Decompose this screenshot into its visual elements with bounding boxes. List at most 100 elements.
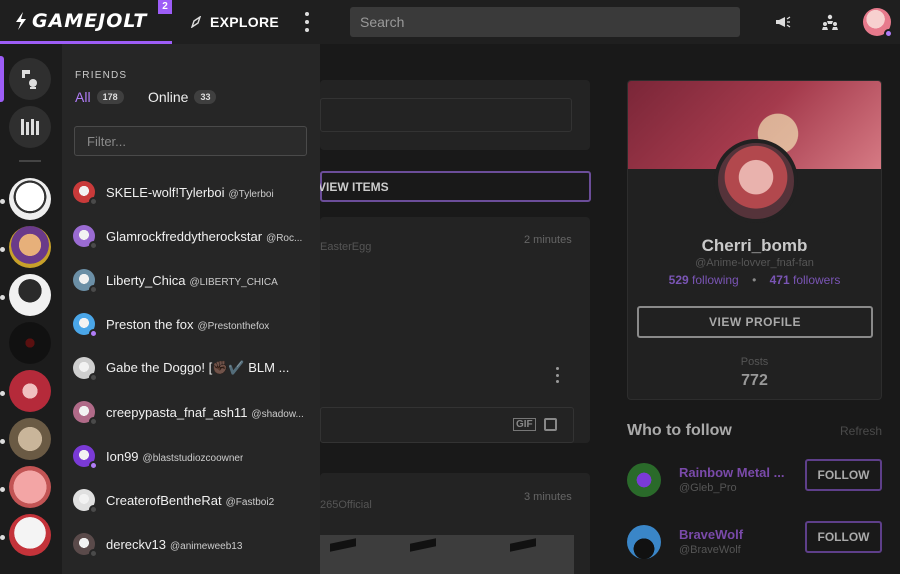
friend-row[interactable]: Ion99 @blaststudiozcoowner	[62, 434, 320, 478]
friend-row[interactable]: Liberty_Chica @LIBERTY_CHICA	[62, 258, 320, 302]
follow-button[interactable]: FOLLOW	[805, 459, 882, 491]
friend-row[interactable]: dereckv13 @animeweeb13	[62, 522, 320, 566]
composer-input[interactable]	[320, 98, 572, 132]
friends-heading: FRIENDS	[75, 70, 128, 81]
notification-dot	[0, 247, 5, 252]
separator: •	[752, 273, 757, 287]
search-bar[interactable]	[350, 7, 740, 37]
library-icon	[21, 119, 39, 135]
skull-flag-icon	[22, 70, 37, 89]
explore-label: EXPLORE	[210, 14, 280, 30]
friend-display-name: Glamrockfreddytherockstar	[106, 228, 263, 244]
online-status	[89, 461, 98, 470]
friend-display-name: creepypasta_fnaf_ash11	[106, 404, 248, 420]
following-count[interactable]: 529	[669, 273, 689, 287]
friend-row[interactable]: creepypasta_fnaf_ash11 @shadow...	[62, 390, 320, 434]
rail-library-button[interactable]	[9, 106, 51, 148]
comment-input[interactable]: GIF	[320, 407, 574, 443]
rail-friend-avatar[interactable]	[9, 226, 51, 268]
friend-name: dereckv13 @animeweeb13	[106, 537, 242, 552]
friend-handle: @Fastboi2	[225, 496, 275, 508]
friend-row[interactable]: CreaterofBentheRat @Fastboi2	[62, 478, 320, 522]
rail-friend-avatar[interactable]	[9, 274, 51, 316]
follow-label: FOLLOW	[817, 530, 870, 544]
friend-display-name: Liberty_Chica	[106, 272, 186, 288]
online-status	[89, 285, 98, 294]
suggested-user-handle: @Gleb_Pro	[679, 482, 737, 494]
rail-friend-avatar[interactable]	[9, 466, 51, 508]
friend-avatar	[73, 225, 98, 250]
friend-avatar	[73, 313, 98, 338]
profile-name[interactable]: Cherri_bomb	[628, 236, 881, 256]
follow-label: FOLLOW	[817, 468, 870, 482]
avatar[interactable]	[627, 525, 661, 559]
user-avatar[interactable]	[863, 8, 893, 38]
post-time: 3 minutes	[524, 491, 572, 503]
friend-handle: @shadow...	[251, 408, 304, 420]
followers-count[interactable]: 471	[770, 273, 790, 287]
megaphone-icon[interactable]	[773, 12, 793, 32]
gamejolt-logo[interactable]: GAMEJOLT	[0, 0, 172, 44]
tab-all-count: 178	[96, 90, 124, 104]
post-menu-icon[interactable]	[556, 367, 560, 383]
friend-display-name: dereckv13	[106, 536, 166, 552]
profile-avatar[interactable]	[714, 139, 798, 223]
online-status	[89, 549, 98, 558]
explore-link[interactable]: EXPLORE	[190, 0, 279, 44]
rail-separator	[19, 160, 41, 162]
rail-friend-avatar[interactable]	[9, 178, 51, 220]
friend-handle: @blaststudiozcoowner	[142, 452, 244, 464]
rail-friend-avatar[interactable]	[9, 370, 51, 412]
suggested-user-name[interactable]: BraveWolf	[679, 527, 743, 542]
online-status	[89, 241, 98, 250]
filter-input[interactable]	[87, 133, 306, 149]
rail-friend-avatar[interactable]	[9, 322, 51, 364]
view-items-button[interactable]: VIEW ITEMS	[318, 171, 591, 202]
rail-friend-avatar[interactable]	[9, 514, 51, 556]
more-menu-icon[interactable]	[300, 12, 314, 32]
search-input[interactable]	[360, 14, 740, 30]
refresh-link[interactable]: Refresh	[840, 424, 882, 438]
notification-badge[interactable]: 2	[158, 0, 172, 14]
friend-avatar	[73, 445, 98, 470]
rail-home-button[interactable]	[9, 58, 51, 100]
gif-icon[interactable]: GIF	[513, 418, 536, 431]
tab-all-label: All	[75, 89, 91, 105]
tab-online[interactable]: Online 33	[148, 89, 217, 105]
online-status	[884, 29, 893, 38]
friend-row[interactable]: Gabe the Doggo! [✊🏿✔️ BLM ...	[62, 346, 320, 390]
view-profile-label: VIEW PROFILE	[708, 315, 801, 329]
friend-avatar	[73, 401, 98, 426]
feed-post: EasterEgg 2 minutes GIF	[320, 217, 590, 443]
friend-handle: @Roc...	[266, 232, 303, 244]
tab-online-label: Online	[148, 89, 189, 105]
top-navigation-bar: GAMEJOLT 2 EXPLORE	[0, 0, 900, 44]
rail-friend-avatar[interactable]	[9, 418, 51, 460]
friend-display-name: CreaterofBentheRat	[106, 492, 222, 508]
follow-button[interactable]: FOLLOW	[805, 521, 882, 553]
friend-name: creepypasta_fnaf_ash11 @shadow...	[106, 405, 304, 420]
online-status	[89, 329, 98, 338]
avatar[interactable]	[627, 463, 661, 497]
tab-all[interactable]: All 178	[75, 89, 124, 105]
friend-avatar	[73, 181, 98, 206]
suggested-user-name[interactable]: Rainbow Metal ...	[679, 465, 784, 480]
left-rail	[0, 44, 62, 574]
friend-name: SKELE-wolf!Tylerboi @Tylerboi	[106, 185, 274, 200]
friend-avatar	[73, 533, 98, 558]
following-label[interactable]: following	[692, 273, 739, 287]
post-handle: 265Official	[320, 499, 372, 511]
friend-row[interactable]: Preston the fox @Prestonthefox	[62, 302, 320, 346]
view-profile-button[interactable]: VIEW PROFILE	[637, 306, 873, 338]
friend-avatar	[73, 357, 98, 382]
active-indicator	[0, 56, 4, 102]
sticker-icon[interactable]	[544, 418, 557, 431]
friend-row[interactable]: Glamrockfreddytherockstar @Roc...	[62, 214, 320, 258]
friends-icon[interactable]	[820, 12, 840, 32]
online-status	[89, 197, 98, 206]
notification-dot	[0, 535, 5, 540]
filter-field[interactable]	[74, 126, 307, 156]
followers-label[interactable]: followers	[793, 273, 840, 287]
friend-row[interactable]: SKELE-wolf!Tylerboi @Tylerboi	[62, 170, 320, 214]
friend-name: Ion99 @blaststudiozcoowner	[106, 449, 243, 464]
